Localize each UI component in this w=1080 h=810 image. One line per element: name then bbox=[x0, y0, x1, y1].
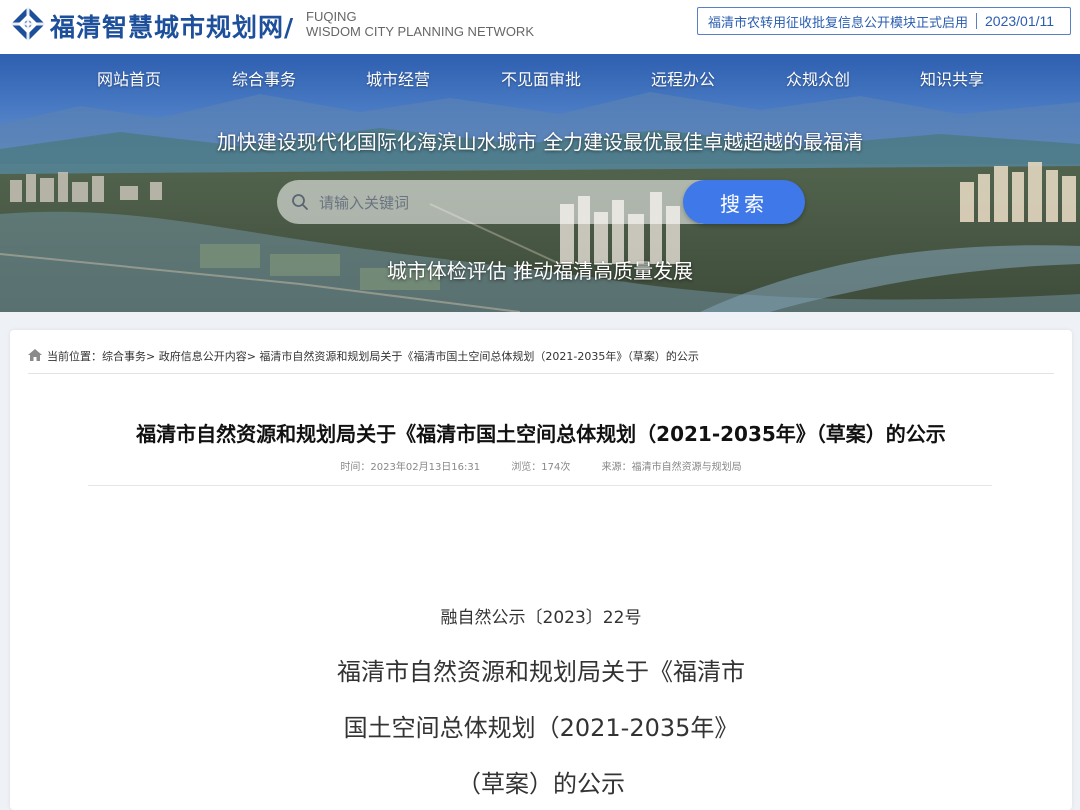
banner-slogan-bottom: 城市体检评估 推动福清高质量发展 bbox=[386, 259, 694, 283]
nav-general-affairs[interactable]: 综合事务 bbox=[232, 66, 296, 90]
article-title: 福清市自然资源和规划局关于《福清市国土空间总体规划（2021-2035年》（草案… bbox=[136, 422, 946, 446]
breadcrumb: 当前位置：综合事务> 政府信息公开内容> 福清市自然资源和规划局关于《福清市国土… bbox=[28, 347, 1054, 374]
banner-slogan-top: 加快建设现代化国际化海滨山水城市 全力建设最优最佳卓越超越的最福清 bbox=[216, 130, 864, 154]
search-field[interactable] bbox=[277, 180, 717, 226]
notice-banner[interactable]: 福清市农转用征收批复信息公开模块正式启用 2023/01/11 bbox=[697, 7, 1071, 35]
document-number: 融自然公示〔2023〕22号 bbox=[440, 608, 642, 628]
body-title-line-3: （草案）的公示 bbox=[457, 770, 625, 798]
hero-banner: 网站首页 综合事务 城市经营 不见面审批 远程办公 众规众创 知识共享 加快建设… bbox=[0, 54, 1080, 312]
search-icon bbox=[292, 194, 308, 210]
nav-city-operation[interactable]: 城市经营 bbox=[366, 66, 430, 90]
site-title-english: FUQING WISDOM CITY PLANNING NETWORK bbox=[306, 9, 534, 39]
article-source: 来源：福清市自然资源与规划局 bbox=[601, 462, 742, 473]
nav-knowledge-share[interactable]: 知识共享 bbox=[920, 66, 984, 90]
article-meta: 时间：2023年02月13日16:31 浏览：174次 来源：福清市自然资源与规… bbox=[10, 458, 1072, 473]
body-title-line-1: 福清市自然资源和规划局关于《福清市 bbox=[337, 658, 745, 686]
site-title-english-line2: WISDOM CITY PLANNING NETWORK bbox=[306, 24, 534, 39]
notice-text[interactable]: 福清市农转用征收批复信息公开模块正式启用 bbox=[698, 12, 976, 31]
site-title[interactable]: 福清智慧城市规划网/ bbox=[50, 8, 294, 44]
meta-divider bbox=[88, 485, 992, 486]
view-count: 浏览：174次 bbox=[511, 462, 571, 473]
breadcrumb-text[interactable]: 当前位置：综合事务> 政府信息公开内容> 福清市自然资源和规划局关于《福清市国土… bbox=[47, 348, 699, 364]
nav-public-planning[interactable]: 众规众创 bbox=[786, 66, 850, 90]
nav-remote-office[interactable]: 远程办公 bbox=[651, 66, 715, 90]
logo-icon[interactable] bbox=[10, 6, 46, 42]
search-bar: 搜索 bbox=[277, 180, 805, 226]
article-card: 当前位置：综合事务> 政府信息公开内容> 福清市自然资源和规划局关于《福清市国土… bbox=[10, 330, 1072, 810]
home-icon[interactable] bbox=[28, 349, 42, 361]
nav-online-approval[interactable]: 不见面审批 bbox=[501, 66, 581, 90]
search-button[interactable]: 搜索 bbox=[683, 180, 805, 224]
nav-home[interactable]: 网站首页 bbox=[97, 66, 161, 90]
site-header: 福清智慧城市规划网/ FUQING WISDOM CITY PLANNING N… bbox=[0, 0, 1080, 54]
publish-time: 时间：2023年02月13日16:31 bbox=[340, 462, 481, 473]
notice-date: 2023/01/11 bbox=[985, 13, 1055, 29]
body-title-line-2: 国土空间总体规划（2021-2035年》 bbox=[343, 714, 739, 742]
main-nav: 网站首页 综合事务 城市经营 不见面审批 远程办公 众规众创 知识共享 bbox=[0, 54, 1080, 102]
site-title-english-line1: FUQING bbox=[306, 9, 357, 24]
search-input[interactable] bbox=[317, 180, 711, 226]
